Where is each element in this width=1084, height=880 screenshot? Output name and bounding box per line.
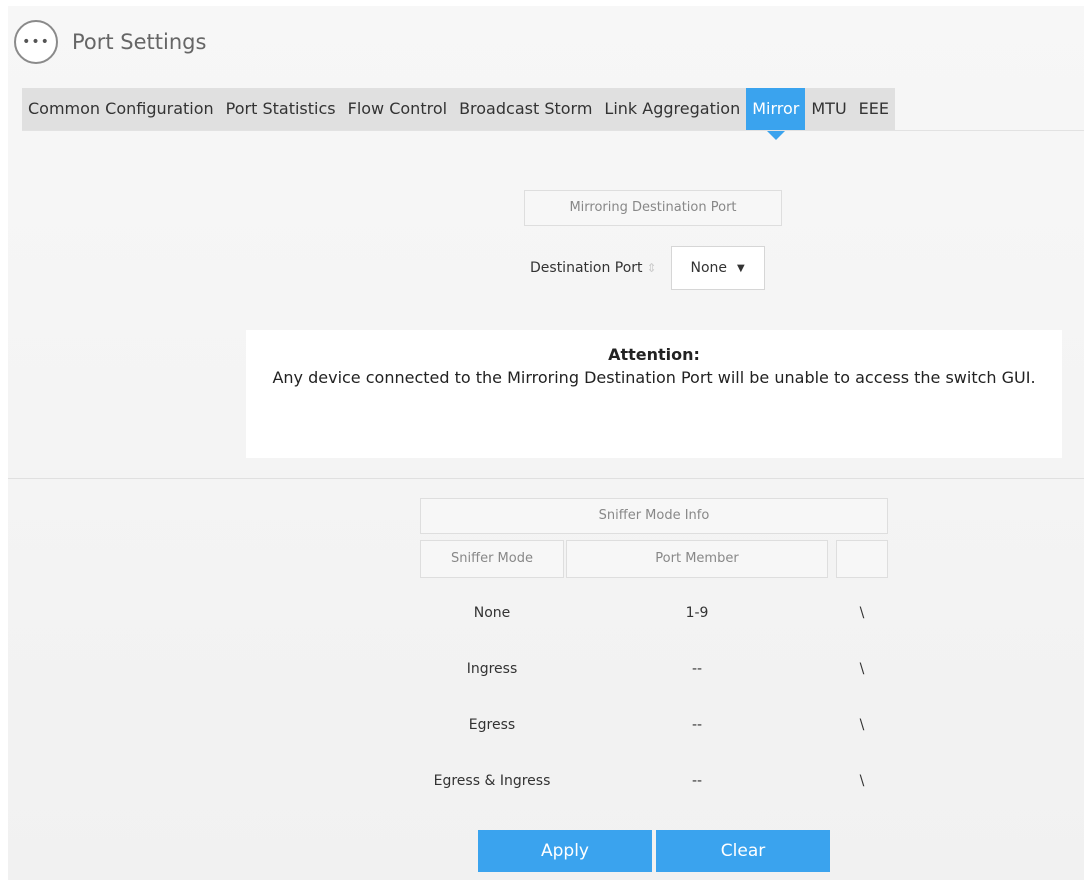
table-row: Egress & Ingress -- \ — [420, 768, 888, 794]
table-row: None 1-9 \ — [420, 600, 888, 626]
col-header-port-member: Port Member — [566, 540, 828, 578]
col-header-sniffer-mode: Sniffer Mode — [420, 540, 564, 578]
chevron-down-icon: ▼ — [737, 262, 745, 274]
sniffer-mode-info-header: Sniffer Mode Info — [420, 498, 888, 534]
attention-notice: Attention: Any device connected to the M… — [246, 330, 1062, 458]
destination-port-select[interactable]: None ▼ — [670, 246, 765, 290]
sniffer-mode-cell: None — [473, 605, 511, 621]
page-header: ••• Port Settings — [14, 16, 206, 68]
edit-icon[interactable]: \ — [836, 656, 888, 682]
sniffer-mode-cell: Egress — [468, 717, 516, 733]
apply-button[interactable]: Apply — [478, 830, 652, 872]
tab-divider — [22, 130, 1084, 131]
attention-title: Attention: — [608, 345, 700, 364]
sort-icon: ⇕ — [646, 261, 657, 275]
sniffer-mode-cell: Ingress — [466, 661, 518, 677]
menu-icon[interactable]: ••• — [14, 20, 58, 64]
tab-mtu[interactable]: MTU — [805, 88, 852, 130]
destination-port-value: None — [690, 260, 728, 276]
attention-body: Any device connected to the Mirroring De… — [272, 368, 1036, 387]
tab-bar: Common Configuration Port Statistics Flo… — [22, 88, 895, 140]
tab-mirror[interactable]: Mirror — [746, 88, 806, 140]
tab-eee[interactable]: EEE — [853, 88, 895, 130]
clear-button[interactable]: Clear — [656, 830, 830, 872]
table-row: Ingress -- \ — [420, 656, 888, 682]
tab-port-statistics[interactable]: Port Statistics — [220, 88, 342, 130]
port-member-cell: -- — [691, 717, 703, 733]
tab-common-configuration[interactable]: Common Configuration — [22, 88, 220, 130]
page-title: Port Settings — [72, 30, 207, 54]
mirroring-destination-header: Mirroring Destination Port — [524, 190, 782, 226]
tab-link-aggregation[interactable]: Link Aggregation — [598, 88, 746, 130]
edit-icon[interactable]: \ — [836, 712, 888, 738]
col-header-action — [836, 540, 888, 578]
sniffer-mode-cell: Egress & Ingress — [433, 773, 551, 789]
destination-port-row: Destination Port ⇕ None ▼ — [530, 246, 765, 290]
port-member-cell: -- — [691, 773, 703, 789]
edit-icon[interactable]: \ — [836, 600, 888, 626]
port-member-cell: 1-9 — [685, 605, 709, 621]
edit-icon[interactable]: \ — [836, 768, 888, 794]
section-divider — [8, 478, 1084, 479]
table-row: Egress -- \ — [420, 712, 888, 738]
tab-flow-control[interactable]: Flow Control — [342, 88, 453, 130]
destination-port-label: Destination Port — [530, 260, 643, 276]
port-member-cell: -- — [691, 661, 703, 677]
tab-broadcast-storm[interactable]: Broadcast Storm — [453, 88, 598, 130]
